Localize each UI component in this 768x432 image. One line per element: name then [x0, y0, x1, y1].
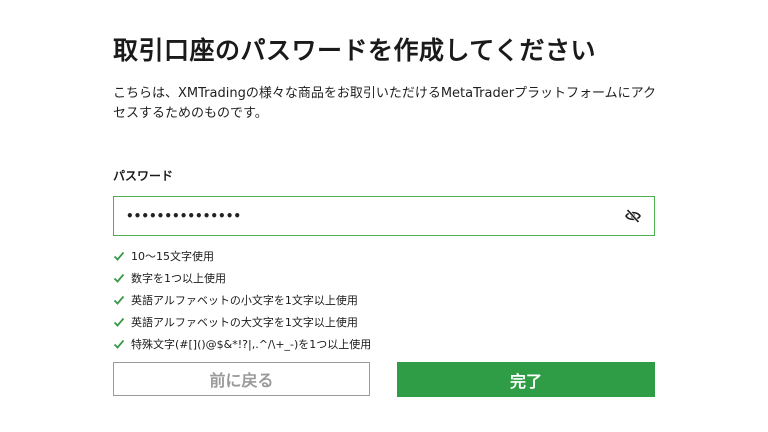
rule-text: 10〜15文字使用: [131, 250, 214, 263]
done-button[interactable]: 完了: [397, 362, 655, 397]
check-icon: [113, 250, 125, 262]
password-rule: 英語アルファベットの小文字を1文字以上使用: [113, 289, 655, 311]
page-description: こちらは、XMTradingの様々な商品をお取引いただけるMetaTraderプ…: [113, 86, 656, 121]
password-input[interactable]: [126, 209, 622, 223]
eye-slash-icon[interactable]: [622, 205, 644, 227]
password-rule: 数字を1つ以上使用: [113, 267, 655, 289]
rule-text: 特殊文字(#[]()@$&*!?|,.^/\+_-)を1つ以上使用: [131, 338, 372, 351]
page-title: 取引口座のパスワードを作成してください: [113, 36, 597, 65]
password-form: 取引口座のパスワードを作成してください こちらは、XMTradingの様々な商品…: [113, 34, 656, 355]
check-icon: [113, 272, 125, 284]
check-icon: [113, 316, 125, 328]
rule-text: 英語アルファベットの大文字を1文字以上使用: [131, 316, 358, 329]
back-button[interactable]: 前に戻る: [113, 362, 370, 396]
password-field[interactable]: [113, 196, 655, 236]
password-rules: 10〜15文字使用 数字を1つ以上使用 英語アルファベットの小文字を1文字以上使…: [113, 245, 655, 355]
password-rule: 10〜15文字使用: [113, 245, 655, 267]
password-label: パスワード: [113, 169, 174, 183]
password-rule: 特殊文字(#[]()@$&*!?|,.^/\+_-)を1つ以上使用: [113, 333, 655, 355]
form-actions: 前に戻る 完了: [113, 362, 655, 397]
rule-text: 英語アルファベットの小文字を1文字以上使用: [131, 294, 358, 307]
rule-text: 数字を1つ以上使用: [131, 272, 226, 285]
check-icon: [113, 294, 125, 306]
check-icon: [113, 338, 125, 350]
password-rule: 英語アルファベットの大文字を1文字以上使用: [113, 311, 655, 333]
